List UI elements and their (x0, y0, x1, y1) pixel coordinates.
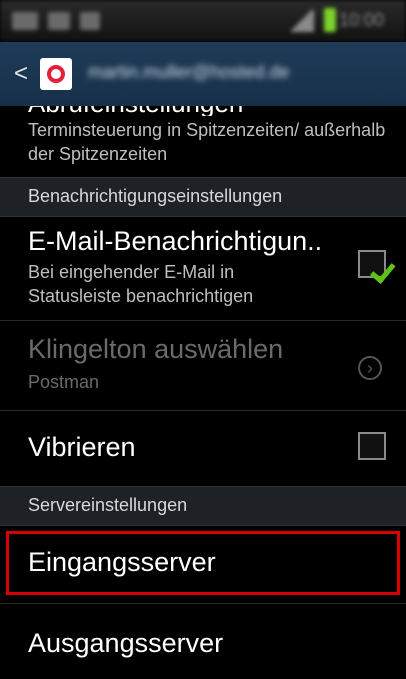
vibrate-title: Vibrieren (28, 432, 136, 462)
notification-icon (48, 12, 70, 30)
action-bar: < martin.muller@hosted.de (0, 42, 406, 106)
vibrate-setting[interactable]: Vibrieren (0, 412, 406, 480)
ringtone-setting: Klingelton auswählen Postman › (0, 322, 406, 408)
checkmark-icon (370, 257, 396, 284)
notification-icon (80, 12, 100, 30)
account-title: martin.muller@hosted.de (88, 62, 290, 82)
ringtone-title: Klingelton auswählen (28, 334, 284, 364)
outgoing-server-item[interactable]: Ausgangsserver (0, 604, 406, 679)
divider (0, 410, 406, 411)
battery-icon (324, 8, 336, 32)
chevron-right-icon: › (358, 356, 382, 380)
back-icon[interactable]: < (14, 60, 28, 88)
divider (0, 320, 406, 321)
email-notification-setting[interactable]: E-Mail-Benachrichtigun.. Bei eingehender… (0, 216, 406, 310)
signal-icon (288, 10, 314, 32)
notification-icon (12, 12, 38, 30)
incoming-server-item[interactable]: Eingangsserver (0, 531, 406, 595)
section-header-server: Servereinstellungen (0, 486, 406, 526)
ringtone-summary: Postman (28, 372, 100, 392)
email-notification-checkbox[interactable] (358, 250, 396, 284)
incoming-server-title: Eingangsserver (28, 547, 216, 577)
email-notification-summary: Bei eingehender E-Mail in Statusleiste b… (28, 262, 254, 306)
email-app-icon[interactable] (40, 58, 72, 90)
peak-schedule-summary[interactable]: Terminsteuerung in Spitzenzeiten/ außerh… (28, 118, 388, 166)
clock: 10:00 (338, 10, 384, 30)
status-bar: 10:00 (0, 0, 406, 42)
email-notification-title: E-Mail-Benachrichtigun.. (28, 226, 323, 256)
vibrate-checkbox[interactable] (358, 432, 386, 460)
outgoing-server-title: Ausgangsserver (28, 628, 224, 658)
section-header-notifications: Benachrichtigungseinstellungen (0, 177, 406, 217)
partial-setting-title: Abrufeinstellungen (28, 106, 398, 116)
